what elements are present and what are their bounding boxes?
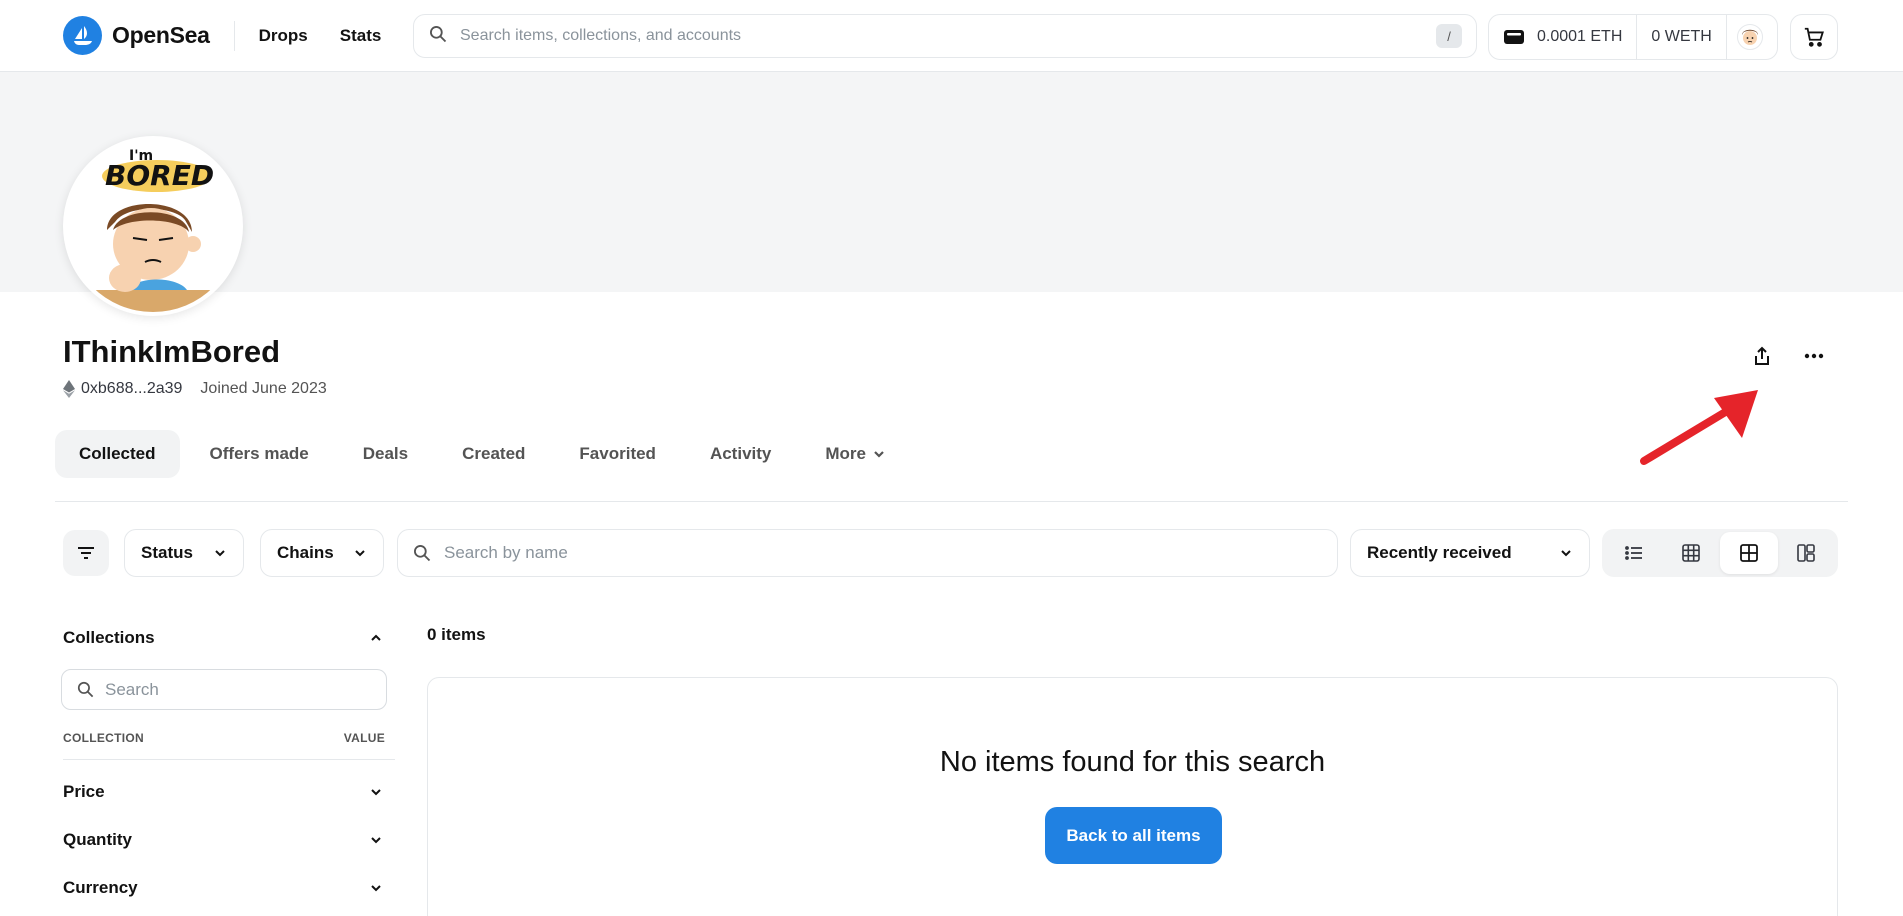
header-divider xyxy=(233,20,235,51)
back-to-all-items-button[interactable]: Back to all items xyxy=(1045,807,1222,864)
share-button[interactable] xyxy=(1748,342,1776,370)
items-count: 0 items xyxy=(427,625,486,644)
ethereum-icon xyxy=(63,380,75,398)
tab-offers-made[interactable]: Offers made xyxy=(186,430,333,478)
sort-dropdown-label: Recently received xyxy=(1367,543,1512,562)
profile-banner xyxy=(0,72,1903,292)
annotation-arrow-icon xyxy=(1640,390,1758,465)
search-shortcut-key: / xyxy=(1436,24,1462,48)
grid-large-view-button[interactable] xyxy=(1720,532,1778,574)
avatar-caption-main: BORED xyxy=(105,159,214,192)
search-icon xyxy=(428,24,448,49)
sidebar-divider xyxy=(63,759,395,760)
search-placeholder: Search items, collections, and accounts xyxy=(460,27,742,44)
nav-stats-link[interactable]: Stats xyxy=(340,26,382,46)
status-dropdown[interactable]: Status xyxy=(124,529,244,577)
opensea-logo[interactable]: OpenSea xyxy=(63,16,210,55)
grid-large-icon xyxy=(1739,544,1758,562)
chevron-up-icon xyxy=(369,631,383,645)
list-view-button[interactable] xyxy=(1605,532,1663,574)
price-filter-section[interactable]: Price xyxy=(63,782,383,802)
tab-favorited[interactable]: Favorited xyxy=(555,430,680,478)
weth-balance-text: 0 WETH xyxy=(1651,28,1712,45)
wallet-balance[interactable]: 0.0001 ETH 0 WETH xyxy=(1488,14,1778,60)
search-icon xyxy=(412,543,432,563)
collection-column-label: COLLECTION xyxy=(63,731,144,745)
sort-dropdown[interactable]: Recently received xyxy=(1350,529,1590,577)
collections-title: Collections xyxy=(63,628,155,647)
collections-search-placeholder: Search xyxy=(105,679,159,699)
opensea-ship-icon xyxy=(63,16,102,55)
wallet-weth-balance[interactable]: 0 WETH xyxy=(1636,15,1725,59)
view-mode-switcher xyxy=(1602,529,1838,577)
search-icon xyxy=(76,680,95,699)
profile-avatar[interactable]: I'm BORED xyxy=(63,136,243,316)
profile-tabs: Collected Offers made Deals Created Favo… xyxy=(55,430,910,478)
empty-results-panel: No items found for this search Back to a… xyxy=(427,677,1838,916)
quantity-filter-section[interactable]: Quantity xyxy=(63,830,383,850)
empty-results-message: No items found for this search xyxy=(939,746,1326,778)
opensea-wordmark: OpenSea xyxy=(112,22,210,48)
tab-created[interactable]: Created xyxy=(438,430,549,478)
grid-small-icon xyxy=(1682,544,1701,562)
value-column-label: VALUE xyxy=(343,731,385,745)
cart-icon xyxy=(1803,26,1825,48)
tab-more-label: More xyxy=(825,444,866,463)
wallet-eth-balance[interactable]: 0.0001 ETH xyxy=(1489,15,1636,59)
currency-filter-section[interactable]: Currency xyxy=(63,878,383,898)
wallet-icon xyxy=(1503,28,1525,46)
nav-drops-link[interactable]: Drops xyxy=(259,26,308,46)
masonry-view-button[interactable] xyxy=(1778,532,1836,574)
wallet-address[interactable]: 0xb688...2a39 xyxy=(81,380,182,398)
chevron-down-icon xyxy=(872,447,886,461)
tab-more[interactable]: More xyxy=(801,430,910,478)
collections-section-header[interactable]: Collections xyxy=(63,628,383,648)
tab-collected[interactable]: Collected xyxy=(55,430,180,478)
chevron-down-icon xyxy=(1559,546,1573,560)
currency-filter-label: Currency xyxy=(63,878,138,897)
tab-activity[interactable]: Activity xyxy=(686,430,795,478)
status-dropdown-label: Status xyxy=(141,543,193,562)
profile-meta: 0xb688...2a39 Joined June 2023 xyxy=(63,380,327,398)
share-icon xyxy=(1753,346,1771,366)
avatar xyxy=(1736,24,1763,50)
quantity-filter-label: Quantity xyxy=(63,830,132,849)
chevron-down-icon xyxy=(369,881,383,895)
chains-dropdown-label: Chains xyxy=(277,543,334,562)
joined-date: Joined June 2023 xyxy=(200,380,327,397)
masonry-view-icon xyxy=(1797,544,1816,562)
grid-small-view-button[interactable] xyxy=(1663,532,1721,574)
price-filter-label: Price xyxy=(63,782,105,801)
search-by-name-placeholder: Search by name xyxy=(444,543,568,562)
chevron-down-icon xyxy=(369,785,383,799)
ellipsis-icon xyxy=(1804,353,1824,359)
cart-button[interactable] xyxy=(1790,14,1838,60)
tab-deals[interactable]: Deals xyxy=(339,430,432,478)
filter-toggle-button[interactable] xyxy=(63,530,109,576)
filter-icon xyxy=(76,545,96,561)
account-avatar-button[interactable] xyxy=(1725,15,1773,59)
chevron-down-icon xyxy=(353,546,367,560)
chevron-down-icon xyxy=(369,833,383,847)
chains-dropdown[interactable]: Chains xyxy=(260,529,384,577)
search-by-name-input[interactable]: Search by name xyxy=(397,529,1338,577)
more-options-button[interactable] xyxy=(1800,342,1828,370)
profile-name: IThinkImBored xyxy=(63,334,281,369)
collections-search-input[interactable]: Search xyxy=(61,669,387,710)
list-view-icon xyxy=(1624,545,1643,561)
tabs-divider xyxy=(55,501,1848,502)
global-search-input[interactable]: Search items, collections, and accounts … xyxy=(413,14,1477,58)
collections-table-header: COLLECTION VALUE xyxy=(63,731,385,745)
chevron-down-icon xyxy=(213,546,227,560)
eth-balance-text: 0.0001 ETH xyxy=(1537,28,1623,45)
